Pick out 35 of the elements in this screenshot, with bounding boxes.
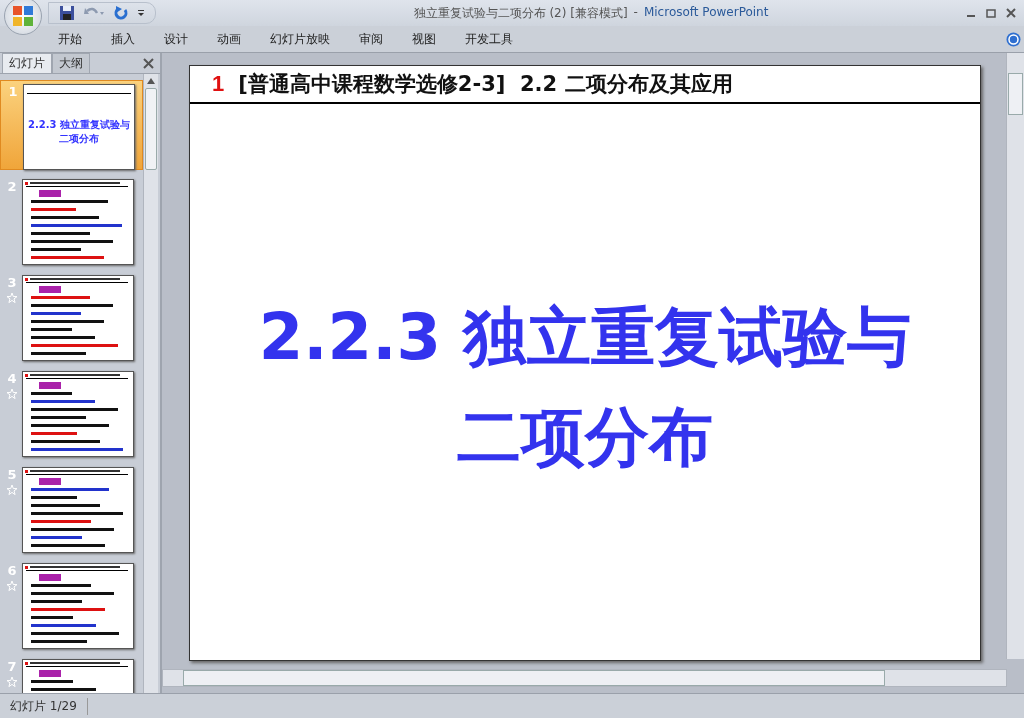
scrollbar[interactable] (162, 669, 1007, 687)
title-separator: - (633, 4, 638, 21)
window-title: 独立重复试验与二项分布 (2) [兼容模式] (413, 4, 628, 22)
save-icon[interactable] (59, 5, 75, 21)
slide-title: 2.2.3 独立重复试验与 (258, 299, 912, 376)
thumbnail-title: 2.2.3 独立重复试验与 (28, 117, 130, 132)
app-name: Microsoft PowerPoint (643, 4, 769, 21)
customize-icon[interactable] (137, 8, 145, 18)
slide-number: 1 (212, 71, 225, 97)
ribbon-tab[interactable]: 动画 (207, 28, 251, 50)
scroll-up-icon[interactable] (147, 78, 155, 84)
slide-header: [普通高中课程数学选修2-3] 2.2 二项分布及其应用 (238, 71, 733, 98)
slide-number: 1 (8, 84, 18, 99)
office-logo-icon (10, 3, 36, 29)
slide-list-item[interactable]: 1 2.2.3 独立重复试验与 二项分布 (0, 80, 143, 170)
close-icon[interactable] (143, 58, 154, 69)
redo-icon[interactable] (113, 5, 129, 21)
help-icon[interactable] (1006, 31, 1021, 47)
panel-tab[interactable]: 大纲 (52, 53, 90, 73)
ribbon-tab[interactable]: 开发工具 (455, 28, 523, 50)
ribbon-tab[interactable]: 插入 (101, 28, 145, 50)
restore-icon[interactable] (986, 8, 996, 18)
ribbon-tab[interactable]: 视图 (402, 28, 446, 50)
ribbon-tab[interactable]: 审阅 (349, 28, 393, 50)
scroll-thumb[interactable] (145, 88, 157, 170)
slide-counter: 幻灯片 1/29 (0, 697, 88, 715)
slide-title: 二项分布 (457, 399, 713, 476)
scrollbar[interactable] (143, 74, 158, 693)
thumbnail-title: 二项分布 (59, 131, 99, 146)
ribbon-tab[interactable]: 开始 (48, 28, 92, 50)
ribbon-tab[interactable]: 幻灯片放映 (260, 28, 340, 50)
scrollbar[interactable] (1006, 53, 1024, 659)
close-icon[interactable] (1006, 8, 1016, 18)
panel-tab[interactable]: 幻灯片 (2, 53, 52, 73)
ribbon-tab[interactable]: 设计 (154, 28, 198, 50)
